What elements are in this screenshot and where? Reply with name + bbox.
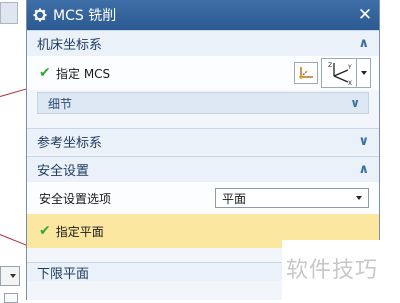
- section-title: 下限平面: [37, 266, 90, 282]
- clearance-option-label: 安全设置选项: [39, 191, 112, 206]
- csys-dropdown-button[interactable]: [357, 58, 371, 88]
- check-icon: ✔: [39, 65, 51, 81]
- csys-dialog-icon[interactable]: [294, 62, 318, 84]
- chevron-down-icon[interactable]: ∨: [358, 134, 369, 149]
- close-icon[interactable]: ✕: [357, 6, 373, 24]
- watermark-text: 软件技巧: [286, 258, 379, 283]
- background-canvas-strip: [0, 0, 38, 303]
- toolbar-button[interactable]: [4, 293, 18, 303]
- gear-icon: [33, 8, 47, 22]
- section-title: 安全设置: [37, 164, 90, 179]
- details-expander[interactable]: 细节 ∨: [37, 92, 369, 114]
- details-label: 细节: [48, 96, 73, 111]
- specify-mcs-row[interactable]: ✔ 指定 MCS Z Y X: [27, 56, 379, 90]
- chevron-down-icon: [10, 274, 16, 278]
- check-icon: ✔: [39, 223, 51, 239]
- clearance-option-select[interactable]: 平面: [215, 188, 369, 208]
- svg-text:X: X: [348, 80, 352, 86]
- dropdown-button[interactable]: [0, 266, 20, 286]
- svg-text:Z: Z: [328, 62, 332, 69]
- dialog-title: MCS 铣削: [53, 8, 117, 24]
- svg-text:Y: Y: [347, 64, 352, 71]
- dialog-titlebar[interactable]: MCS 铣削 ✕: [27, 0, 379, 30]
- section-title: 参考坐标系: [37, 136, 103, 151]
- chevron-down-icon: [360, 71, 367, 75]
- section-header-reference-csys[interactable]: 参考坐标系 ∨: [27, 128, 379, 154]
- chevron-down-icon[interactable]: ∨: [350, 96, 360, 110]
- select-value: 平面: [222, 191, 247, 206]
- chevron-down-icon: [356, 196, 362, 200]
- chevron-up-icon[interactable]: ∧: [358, 162, 369, 177]
- section-title: 机床坐标系: [37, 38, 103, 53]
- section-header-clearance[interactable]: 安全设置 ∧: [27, 156, 379, 182]
- section-header-machine-csys[interactable]: 机床坐标系 ∧: [27, 30, 379, 56]
- csys-tools: Z Y X: [294, 58, 371, 88]
- toolbar-button[interactable]: [0, 2, 18, 24]
- chevron-up-icon[interactable]: ∧: [358, 36, 369, 51]
- specify-mcs-label: 指定 MCS: [56, 66, 111, 81]
- clearance-option-row: 安全设置选项 平面: [27, 182, 379, 214]
- specify-plane-label: 指定平面: [55, 224, 104, 239]
- axis-triad-icon[interactable]: Z Y X: [321, 58, 357, 88]
